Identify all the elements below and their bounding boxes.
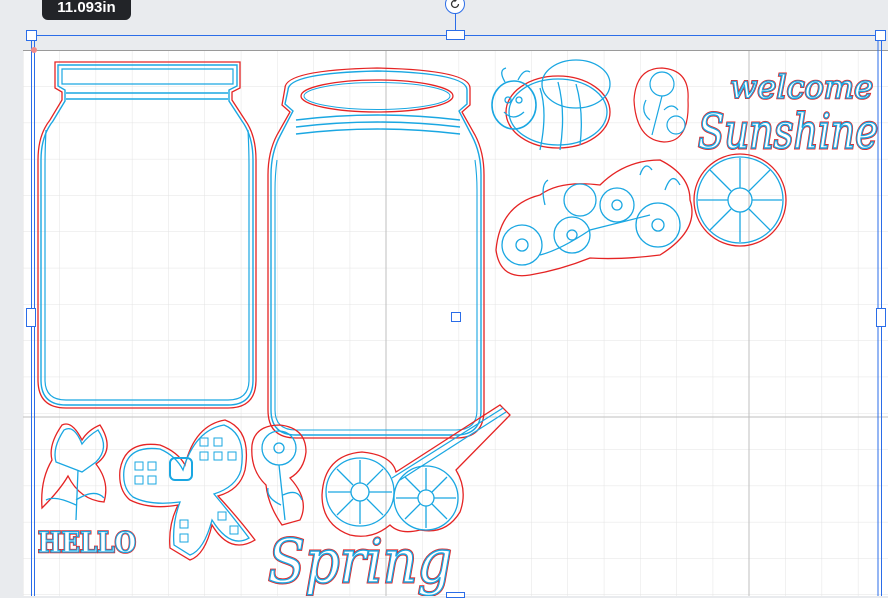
resize-handle-bottom-center[interactable] — [446, 592, 465, 598]
rotate-icon — [450, 0, 460, 9]
sunshine-text-inner: Sunshine — [698, 104, 878, 160]
dimension-badge: 11.093in — [42, 0, 131, 20]
welcome-text-inner: welcome — [730, 68, 873, 106]
resize-handle-top-left[interactable] — [26, 30, 37, 41]
resize-handle-middle-left[interactable] — [26, 308, 36, 327]
spring-text-design[interactable]: Spring Spring — [267, 526, 454, 597]
resize-handle-middle-right[interactable] — [876, 308, 886, 327]
resize-handle-center[interactable] — [451, 312, 461, 322]
origin-marker — [31, 47, 37, 53]
resize-handle-top-center[interactable] — [446, 30, 465, 40]
design-canvas[interactable]: welcome welcome Sunshine Sunshine HELLO … — [0, 0, 888, 598]
hello-text-inner: HELLO — [38, 526, 136, 559]
spring-text-inner: Spring — [268, 527, 452, 596]
resize-handle-top-right[interactable] — [875, 30, 886, 41]
